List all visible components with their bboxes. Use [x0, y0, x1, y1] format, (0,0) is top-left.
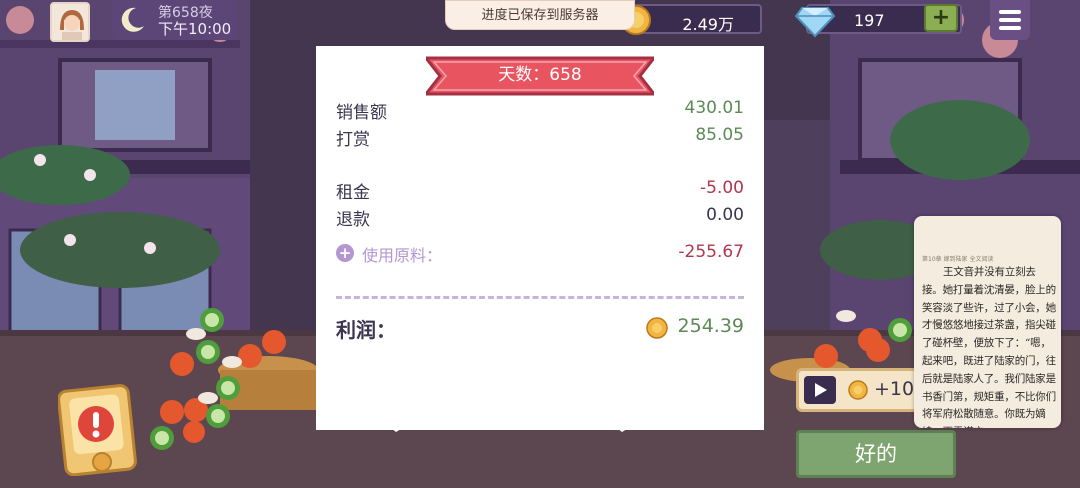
ingredients-label: 使用原料： — [362, 246, 443, 265]
divider — [336, 296, 744, 299]
diamond-icon — [794, 7, 836, 38]
refund-value: 0.00 — [706, 205, 744, 225]
novel-reader-overlay[interactable]: 第10章 嫁到陆家 全文阅读 王文音并没有立刻去接。她打量着沈清晏，脸上的笑容淡… — [914, 216, 1061, 428]
alert-card-icon[interactable] — [58, 384, 140, 476]
tips-value: 85.05 — [695, 125, 744, 145]
reward-amount: +10 — [874, 378, 915, 400]
sales-label: 销售额 — [336, 103, 387, 123]
clock-time: 下午10:00 — [158, 20, 232, 38]
day-time-panel: 第658夜 下午10:00 — [112, 0, 236, 40]
ok-button[interactable]: 好的 — [796, 430, 956, 478]
coin-amount: 2.49万 — [682, 15, 734, 34]
expand-plus-icon: + — [336, 244, 354, 262]
player-avatar[interactable] — [50, 2, 90, 42]
buy-gems-button[interactable]: + — [924, 4, 958, 32]
sales-value: 430.01 — [684, 98, 744, 118]
day-number: 天数：658 — [498, 65, 582, 85]
profit-label: 利润： — [336, 318, 396, 342]
gem-amount: 197 — [854, 11, 885, 30]
save-toast: 进度已保存到服务器 — [445, 0, 635, 30]
rent-value: -5.00 — [700, 178, 744, 198]
coin-icon — [646, 317, 668, 339]
play-video-icon — [804, 376, 836, 404]
ingredients-value: -255.67 — [678, 242, 744, 262]
tips-label: 打赏 — [336, 130, 370, 150]
moon-icon — [121, 7, 144, 32]
rent-label: 租金 — [336, 183, 370, 203]
menu-button[interactable] — [990, 0, 1030, 40]
refund-label: 退款 — [336, 210, 370, 230]
receipt-torn-edge — [316, 396, 764, 432]
coin-icon — [848, 380, 868, 400]
reader-chapter-header: 第10章 嫁到陆家 全文阅读 — [922, 256, 994, 263]
profit-value: 254.39 — [677, 315, 744, 337]
reader-text: 王文音并没有立刻去接。她打量着沈清晏，脸上的笑容淡了些许，过了小会，她才慢悠悠地… — [922, 266, 1056, 428]
